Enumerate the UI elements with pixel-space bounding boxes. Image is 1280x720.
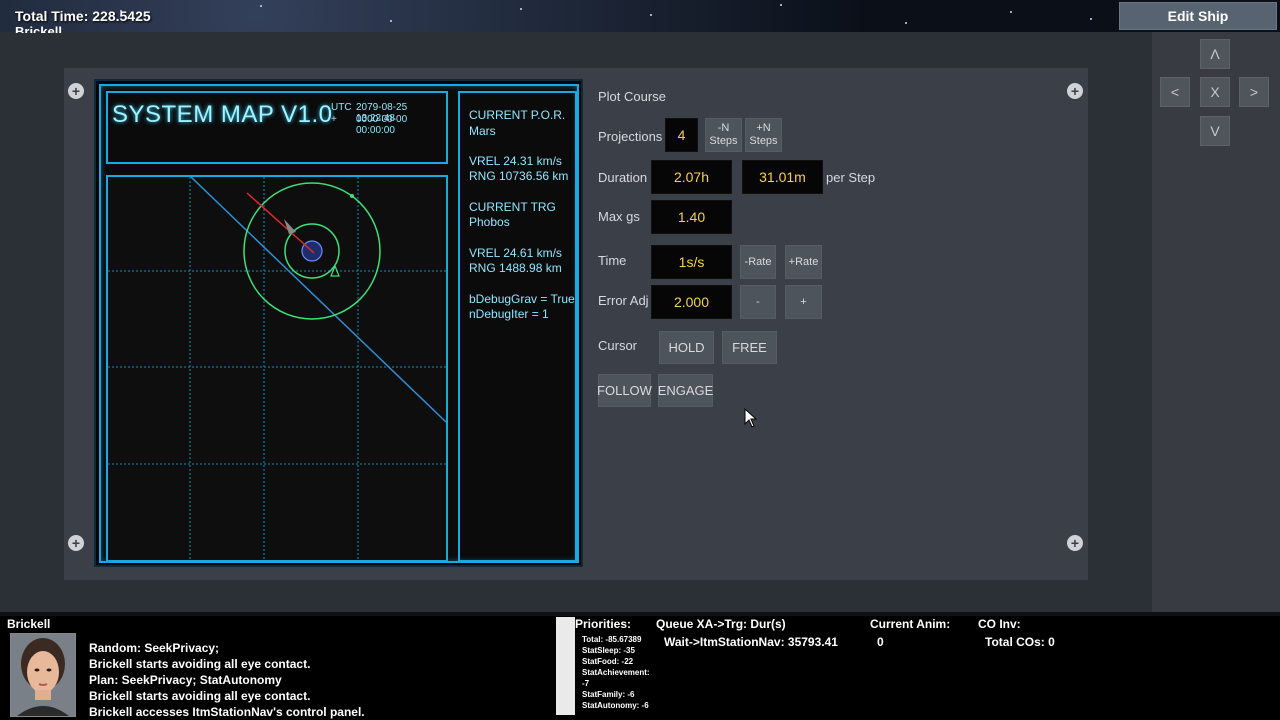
priority-stat: Total: -85.67389 <box>582 635 642 644</box>
current-anim-label: Current Anim: <box>870 617 951 631</box>
log-line: Brickell starts avoiding all eye contact… <box>89 657 311 671</box>
velocity-vector <box>246 192 315 254</box>
log-line: Random: SeekPrivacy; <box>89 641 220 655</box>
map-svg <box>108 177 446 560</box>
crew-name: Brickell <box>7 617 51 631</box>
duration-label: Duration <box>598 170 648 185</box>
error-minus-button[interactable]: - <box>740 285 776 319</box>
priority-stat: StatAutonomy: -6 <box>582 701 649 710</box>
rng-por: RNG 10736.56 km <box>469 169 569 183</box>
utc-label: UTC <box>331 102 352 113</box>
minus-steps-button[interactable]: -N Steps <box>705 118 742 152</box>
debug-iter: nDebugIter = 1 <box>469 307 549 321</box>
error-adj-value: 2.000 <box>651 285 732 319</box>
por-value: Mars <box>469 124 496 138</box>
crew-portrait[interactable] <box>10 633 76 717</box>
max-gs-label: Max gs <box>598 209 640 224</box>
time-rate-value: 1s/s <box>651 245 732 279</box>
portrait-image <box>11 634 75 716</box>
priority-stat: StatSleep: -35 <box>582 646 635 655</box>
free-button[interactable]: FREE <box>722 331 777 364</box>
current-anim-value: 0 <box>877 635 884 649</box>
engage-button[interactable]: ENGAGE <box>658 374 713 407</box>
rate-plus-button[interactable]: +Rate <box>785 245 822 279</box>
log-line: Brickell starts avoiding all eye contact… <box>89 689 311 703</box>
priority-stat: StatFood: -22 <box>582 657 634 666</box>
map-info-box: CURRENT P.O.R. Mars VREL 24.31 km/s RNG … <box>458 91 577 562</box>
nav-right-button[interactable]: > <box>1239 77 1269 107</box>
phobos-marker <box>350 194 354 198</box>
character-name-top: Brickell <box>15 24 62 33</box>
system-map-screen: SYSTEM MAP V1.0 UTC + 2079-08-25 13:22:4… <box>99 84 579 563</box>
nav-down-button[interactable]: V <box>1200 116 1230 146</box>
system-map-monitor: SYSTEM MAP V1.0 UTC + 2079-08-25 13:22:4… <box>94 79 583 567</box>
follow-button[interactable]: FOLLOW <box>597 374 652 407</box>
priority-stat: -7 <box>582 679 590 688</box>
priority-stat: StatFamily: -6 <box>582 690 635 699</box>
step-duration-value: 31.01m <box>742 160 823 194</box>
trg-value: Phobos <box>469 215 510 229</box>
rng-trg: RNG 1488.98 km <box>469 261 562 275</box>
nav-left-button[interactable]: < <box>1160 77 1190 107</box>
nav-center-button[interactable]: X <box>1200 77 1230 107</box>
projections-label: Projections <box>598 129 663 144</box>
edit-ship-button[interactable]: Edit Ship <box>1119 2 1277 30</box>
rate-minus-button[interactable]: -Rate <box>740 245 776 279</box>
plus-circle-icon[interactable]: + <box>1067 83 1083 99</box>
time-label: Time <box>598 253 627 268</box>
error-plus-button[interactable]: + <box>785 285 822 319</box>
course-line <box>190 177 446 423</box>
priorities-label: Priorities: <box>575 617 632 631</box>
map-title-box: SYSTEM MAP V1.0 UTC + 2079-08-25 13:22:4… <box>106 91 448 164</box>
nav-up-button[interactable]: Λ <box>1200 39 1230 69</box>
max-gs-value: 1.40 <box>651 200 732 234</box>
mouse-cursor-icon <box>744 408 758 428</box>
plus-circle-icon[interactable]: + <box>1067 535 1083 551</box>
log-line: Brickell accesses ItmStationNav's contro… <box>89 705 365 719</box>
queue-label: Queue XA->Trg: Dur(s) <box>656 617 786 631</box>
co-inv-value: Total COs: 0 <box>985 635 1055 649</box>
por-label: CURRENT P.O.R. <box>469 108 566 122</box>
status-footer: Brickell Random: SeekPrivacy; Brickell s… <box>0 616 1280 720</box>
queue-value: Wait->ItmStationNav: 35793.41 <box>664 635 838 649</box>
ship-arrow <box>284 219 296 234</box>
per-step-label: per Step <box>826 170 876 185</box>
plus-circle-icon[interactable]: + <box>68 83 84 99</box>
plot-course-title: Plot Course <box>598 89 666 104</box>
total-time: Total Time: 228.5425 <box>15 8 151 24</box>
log-line: Plan: SeekPrivacy; StatAutonomy <box>89 673 282 687</box>
priority-bar <box>556 617 575 715</box>
priority-stat: StatAchievement: <box>582 668 650 677</box>
vrel-trg: VREL 24.61 km/s <box>469 246 562 260</box>
projections-value: 4 <box>665 118 698 152</box>
plus-circle-icon[interactable]: + <box>68 535 84 551</box>
co-inv-label: CO Inv: <box>978 617 1021 631</box>
cursor-label: Cursor <box>598 338 638 353</box>
plus-steps-button[interactable]: +N Steps <box>745 118 782 152</box>
debug-grav: bDebugGrav = True <box>469 292 575 306</box>
map-title: SYSTEM MAP V1.0 <box>112 101 333 128</box>
map-viewport[interactable] <box>106 175 448 562</box>
vrel-por: VREL 24.31 km/s <box>469 154 562 168</box>
utc-plus: + <box>331 114 337 125</box>
error-adj-label: Error Adj <box>598 293 649 308</box>
utc-offset: 0000-00-00 00:00:00 <box>356 114 408 136</box>
duration-value: 2.07h <box>651 160 732 194</box>
starfield-background <box>0 0 1280 32</box>
trg-label: CURRENT TRG <box>469 200 556 214</box>
hold-button[interactable]: HOLD <box>659 331 714 364</box>
